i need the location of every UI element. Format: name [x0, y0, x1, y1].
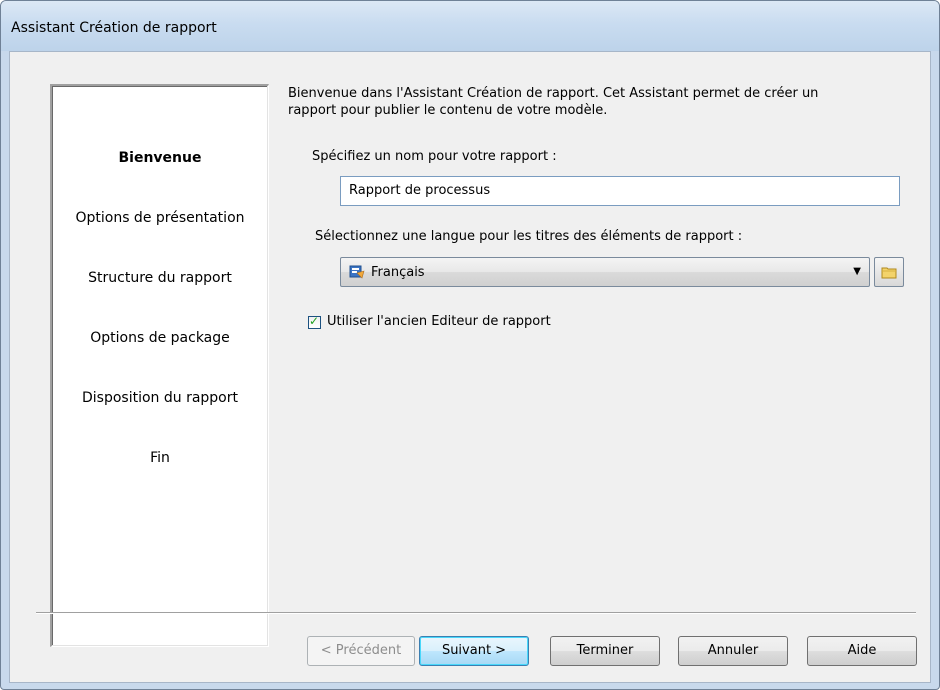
- language-select[interactable]: Français ▼: [340, 257, 870, 287]
- step-options-presentation: Options de présentation: [75, 210, 245, 226]
- folder-icon: [881, 267, 897, 279]
- legacy-editor-checkbox[interactable]: ✓: [308, 314, 321, 329]
- checkmark-icon: ✓: [309, 314, 320, 328]
- report-name-value: Rapport de processus: [349, 183, 491, 198]
- step-fin: Fin: [150, 450, 170, 466]
- previous-button[interactable]: < Précédent: [307, 636, 415, 666]
- step-options-package: Options de package: [90, 330, 230, 346]
- cancel-button[interactable]: Annuler: [678, 636, 788, 666]
- step-disposition-rapport: Disposition du rapport: [82, 390, 238, 406]
- language-selected-value: Français: [371, 265, 425, 280]
- title-bar[interactable]: Assistant Création de rapport: [1, 1, 939, 51]
- report-name-input[interactable]: Rapport de processus: [340, 176, 900, 206]
- wizard-body: Bienvenue Options de présentation Struct…: [9, 51, 931, 683]
- chevron-down-icon[interactable]: ▼: [853, 266, 861, 277]
- language-label: Sélectionnez une langue pour les titres …: [315, 229, 743, 244]
- step-bienvenue: Bienvenue: [118, 150, 202, 166]
- language-flag-icon: [349, 265, 365, 279]
- help-button[interactable]: Aide: [807, 636, 917, 666]
- window-title: Assistant Création de rapport: [11, 20, 217, 36]
- intro-line-2: rapport pour publier le contenu de votre…: [288, 103, 608, 118]
- wizard-steps-panel: Bienvenue Options de présentation Struct…: [50, 84, 269, 647]
- browse-folder-button[interactable]: [874, 257, 904, 287]
- button-divider: [36, 612, 916, 614]
- step-structure-rapport: Structure du rapport: [88, 270, 232, 286]
- legacy-editor-label[interactable]: Utiliser l'ancien Editeur de rapport: [327, 314, 551, 329]
- intro-line-1: Bienvenue dans l'Assistant Création de r…: [288, 86, 819, 101]
- intro-text: Bienvenue dans l'Assistant Création de r…: [288, 85, 888, 119]
- finish-button[interactable]: Terminer: [550, 636, 660, 666]
- next-button[interactable]: Suivant >: [419, 636, 529, 666]
- report-name-label: Spécifiez un nom pour votre rapport :: [312, 149, 557, 164]
- wizard-window: Assistant Création de rapport Bienvenue …: [0, 0, 940, 690]
